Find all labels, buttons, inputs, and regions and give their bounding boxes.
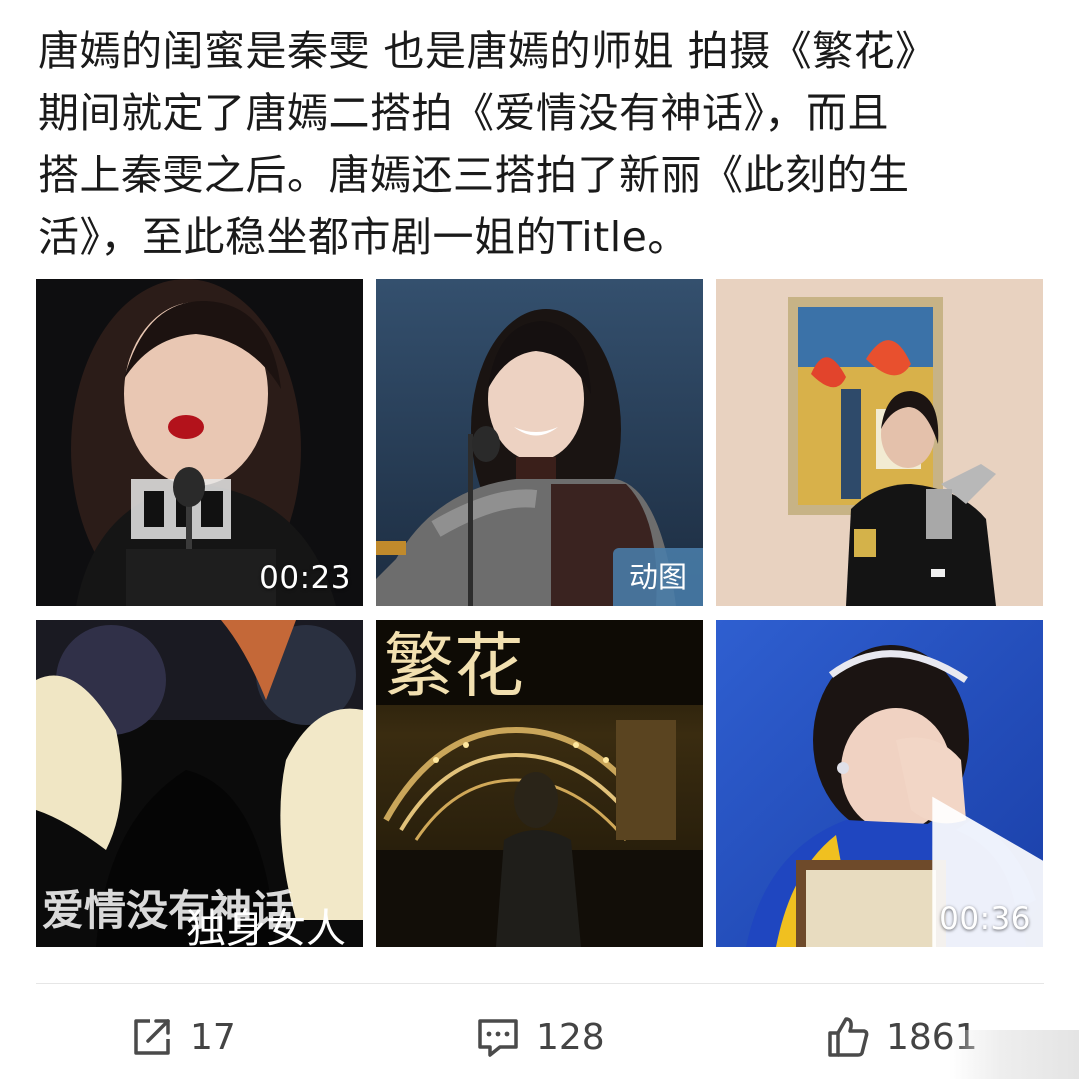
share-button[interactable]: 17 xyxy=(130,1012,236,1062)
thumbs-up-icon xyxy=(828,1017,869,1057)
poster-title: 繁花 xyxy=(384,629,524,706)
photo-thumbnail xyxy=(716,279,1043,606)
comment-count: 128 xyxy=(536,1016,605,1058)
video-duration: 00:36 xyxy=(939,901,1031,937)
watermark-overlay xyxy=(949,1030,1079,1079)
media-tile-poster-1[interactable]: 爱情没有神话 独身女人 xyxy=(36,620,363,947)
photo-thumbnail xyxy=(36,279,363,606)
media-tile-photo[interactable] xyxy=(716,279,1043,606)
comment-icon xyxy=(478,1019,518,1057)
post-text-line: 搭上秦雯之后。唐嫣还三搭拍了新丽《此刻的生 xyxy=(38,151,910,199)
media-tile-video-2[interactable]: 00:36 xyxy=(716,620,1043,947)
comment-button[interactable]: 128 xyxy=(476,1012,605,1062)
gif-badge: 动图 xyxy=(613,548,703,606)
post-text-line: 活》，至此稳坐都市剧一姐的Title。 xyxy=(38,213,689,261)
share-count: 17 xyxy=(190,1016,236,1058)
post-text-line: 期间就定了唐嫣二搭拍《爱情没有神话》，而且 xyxy=(38,89,889,137)
post-body-text: 唐嫣的闺蜜是秦雯 也是唐嫣的师姐 拍摄《繁花》 期间就定了唐嫣二搭拍《爱情没有神… xyxy=(38,20,1048,268)
video-duration: 00:23 xyxy=(259,560,351,596)
media-tile-gif[interactable]: 动图 xyxy=(376,279,703,606)
action-bar: 17 128 1861 xyxy=(0,1000,1079,1079)
poster-thumbnail: 繁花 xyxy=(376,620,703,947)
poster-thumbnail: 爱情没有神话 独身女人 xyxy=(36,620,363,947)
share-icon xyxy=(134,1019,170,1055)
post-text-line: 唐嫣的闺蜜是秦雯 也是唐嫣的师姐 拍摄《繁花》 xyxy=(38,27,937,75)
media-tile-video-1[interactable]: 00:23 xyxy=(36,279,363,606)
divider xyxy=(36,983,1044,984)
poster-subtitle: 独身女人 xyxy=(186,906,346,947)
media-tile-poster-2[interactable]: 繁花 xyxy=(376,620,703,947)
weibo-post: 唐嫣的闺蜜是秦雯 也是唐嫣的师姐 拍摄《繁花》 期间就定了唐嫣二搭拍《爱情没有神… xyxy=(0,0,1079,1079)
media-grid: 00:23 动图 爱情没有神话 独身女人 繁花 00:36 xyxy=(36,279,1044,947)
